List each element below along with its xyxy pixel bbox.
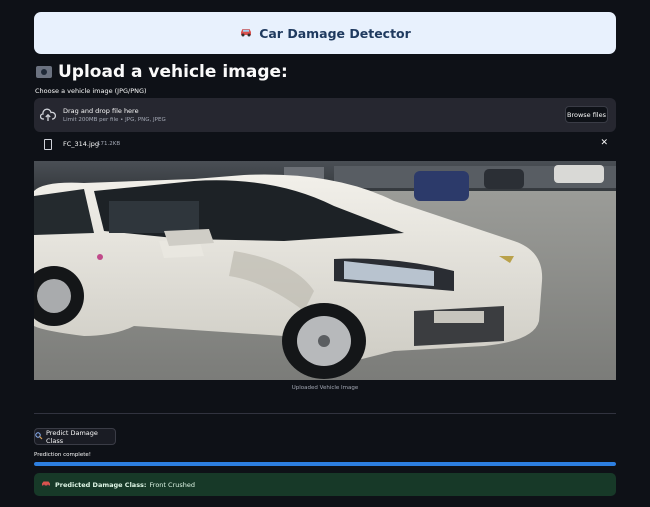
prediction-result-alert: Predicted Damage Class: Front Crushed bbox=[34, 473, 616, 496]
upload-heading: Upload a vehicle image: bbox=[36, 62, 288, 82]
dropzone-instructions: Drag and drop file here bbox=[63, 107, 139, 115]
uploaded-vehicle-image bbox=[34, 161, 616, 380]
predict-button[interactable]: Predict Damage Class bbox=[34, 428, 116, 445]
car-icon bbox=[41, 480, 51, 489]
section-divider bbox=[34, 413, 616, 414]
magnifier-icon bbox=[35, 431, 43, 442]
uploaded-file-row: FC_314.jpg 171.2KB ✕ bbox=[34, 137, 616, 153]
result-label: Predicted Damage Class: bbox=[55, 480, 147, 489]
dropzone-limit: Limit 200MB per file • JPG, PNG, JPEG bbox=[63, 117, 166, 123]
app-title: Car Damage Detector bbox=[259, 25, 411, 41]
upload-heading-text: Upload a vehicle image: bbox=[58, 62, 288, 82]
image-caption: Uploaded Vehicle Image bbox=[291, 385, 359, 391]
progress-bar bbox=[34, 462, 616, 466]
cloud-upload-icon bbox=[39, 107, 57, 126]
progress-status: Prediction complete! bbox=[34, 452, 91, 458]
file-size: 171.2KB bbox=[97, 141, 121, 147]
file-dropzone[interactable]: Drag and drop file here Limit 200MB per … bbox=[34, 98, 616, 132]
result-value: Front Crushed bbox=[149, 480, 195, 489]
file-icon bbox=[44, 139, 52, 150]
camera-icon bbox=[36, 66, 52, 78]
predict-button-label: Predict Damage Class bbox=[46, 428, 98, 445]
file-name: FC_314.jpg bbox=[63, 140, 100, 148]
remove-file-icon[interactable]: ✕ bbox=[600, 138, 608, 148]
browse-files-button[interactable]: Browse files bbox=[565, 106, 608, 123]
app-header: Car Damage Detector bbox=[34, 12, 616, 54]
car-icon bbox=[239, 26, 253, 40]
progress-bar-fill bbox=[34, 462, 616, 466]
file-uploader-label: Choose a vehicle image (JPG/PNG) bbox=[35, 87, 147, 95]
